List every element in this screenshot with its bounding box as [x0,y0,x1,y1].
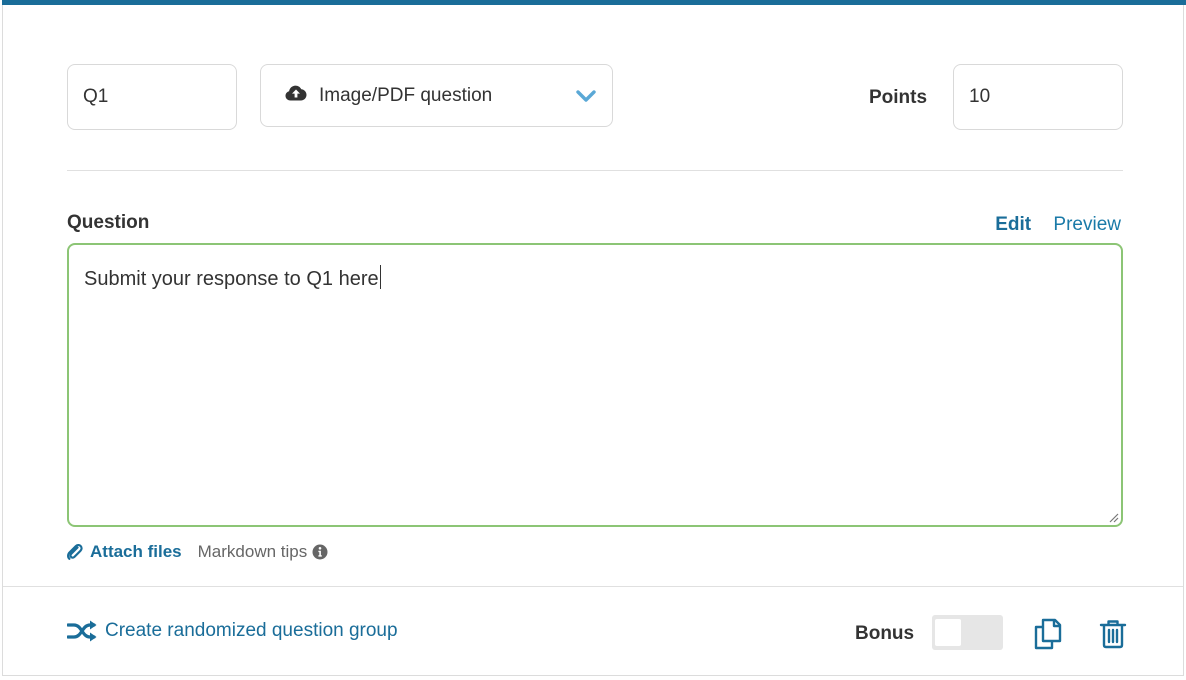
question-type-select[interactable]: Image/PDF question [260,64,613,127]
cloud-upload-icon [285,85,307,107]
footer-divider [3,586,1183,587]
question-text: Submit your response to Q1 here [84,268,379,290]
editor-tabs: Edit Preview [978,214,1121,236]
section-divider [67,170,1123,171]
bonus-label: Bonus [855,623,915,644]
tab-preview[interactable]: Preview [1053,214,1121,235]
markdown-tips-label: Markdown tips [197,542,308,561]
text-cursor [379,265,381,289]
top-accent-bar [2,0,1186,5]
question-card: Q1 Image/PDF question Points 10 Question… [2,0,1186,676]
paperclip-icon [67,544,83,560]
editor-links: Attach files Markdown tips [67,542,328,562]
question-heading: Question [67,212,150,233]
question-text-editor[interactable]: Submit your response to Q1 here [67,243,1123,527]
markdown-tips-link[interactable]: Markdown tips [198,542,329,562]
attach-files-label: Attach files [90,542,182,561]
points-input[interactable]: 10 [953,64,1123,130]
points-label: Points [869,87,928,108]
question-type-label: Image/PDF question [319,84,493,106]
create-randomized-group-link[interactable]: Create randomized question group [67,620,398,642]
trash-icon [1099,620,1127,649]
delete-question-button[interactable] [1099,619,1127,654]
points-value: 10 [969,86,991,107]
chevron-down-icon [576,90,596,102]
resize-grip-icon[interactable] [1109,513,1119,523]
tab-edit[interactable]: Edit [995,214,1031,235]
bonus-toggle-knob [935,619,961,646]
duplicate-icon [1034,618,1062,650]
bonus-toggle[interactable] [932,615,1003,650]
attach-files-link[interactable]: Attach files [67,542,182,562]
shuffle-icon [67,620,97,642]
create-randomized-group-label: Create randomized question group [105,620,398,641]
question-name-input[interactable]: Q1 [67,64,237,130]
info-circle-icon [312,544,328,560]
question-name-value: Q1 [83,86,109,107]
duplicate-question-button[interactable] [1031,617,1065,656]
